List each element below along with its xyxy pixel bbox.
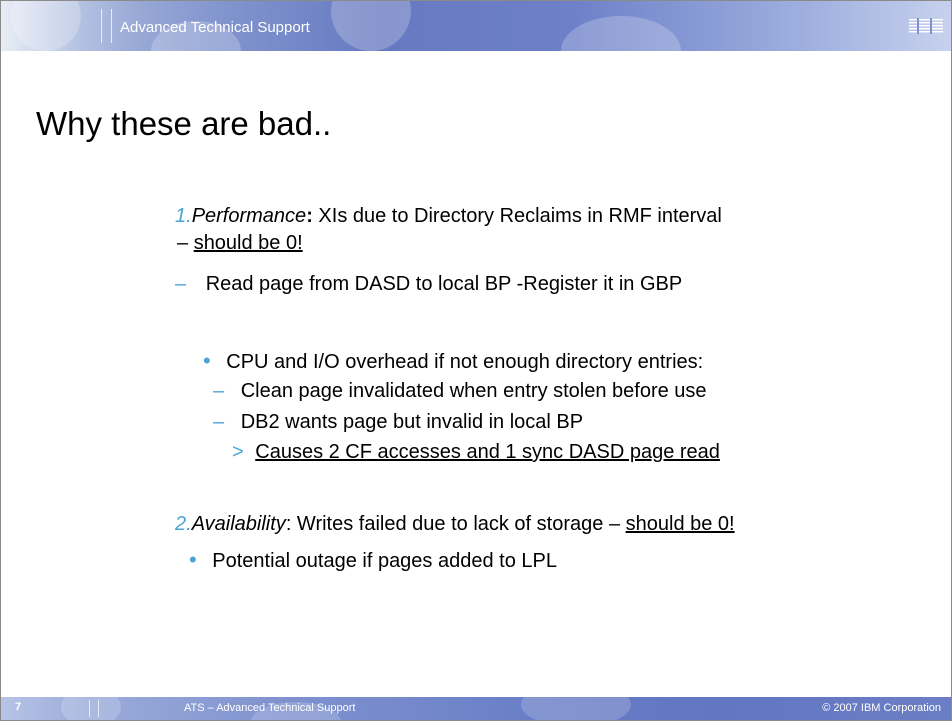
item2-text: : Writes failed due to lack of storage – — [285, 513, 626, 535]
page-number: 7 — [15, 701, 22, 713]
item2-label: Availability — [191, 513, 286, 535]
copyright: © 2007 IBM Corporation — [822, 702, 941, 714]
item1-sub-dash: – — [175, 273, 187, 295]
item1-dash-a-line: – Clean page invalidated when entry stol… — [213, 380, 707, 403]
item1-sub-line: – Read page from DASD to local BP -Regis… — [175, 273, 682, 296]
item2-line: 2.Availability: Writes failed due to lac… — [175, 513, 735, 536]
item2-bullet-line: • Potential outage if pages added to LPL — [189, 547, 557, 573]
footer-center-text: ATS – Advanced Technical Support — [184, 702, 356, 714]
gt-marker-icon: > — [232, 441, 244, 463]
slide: Advanced Technical Support Why these are… — [0, 0, 952, 721]
item1-dash-b: – — [213, 411, 225, 433]
item1-dash-b-line: – DB2 wants page but invalid in local BP — [213, 411, 583, 434]
item1-dash-b-text: DB2 wants page but invalid in local BP — [240, 411, 584, 433]
item1-line: 1.Performance: XIs due to Directory Recl… — [175, 205, 722, 228]
slide-title: Why these are bad.. — [36, 105, 332, 142]
item1-should-be-zero: should be 0! — [193, 232, 303, 254]
bullet-dot-icon: • — [189, 547, 197, 572]
item2-should-be-zero: should be 0! — [625, 513, 735, 535]
slide-header: Advanced Technical Support — [1, 1, 951, 51]
header-title: Advanced Technical Support — [120, 19, 310, 36]
slide-footer: 7 ATS – Advanced Technical Support © 200… — [1, 697, 951, 720]
item1-sub-text: Read page from DASD to local BP -Registe… — [205, 273, 683, 295]
item1-colon: : — [306, 205, 313, 227]
item1-dash-a: – — [213, 380, 225, 402]
item2-number: 2. — [175, 513, 192, 535]
item1-text: XIs due to Directory Reclaims in RMF int… — [312, 205, 722, 227]
bullet-dot-icon: • — [203, 348, 211, 373]
item2-bullet-text: Potential outage if pages added to LPL — [212, 550, 557, 572]
item1-continuation: – should be 0! — [177, 232, 303, 255]
item1-label: Performance — [191, 205, 307, 227]
item1-bullet-line: • CPU and I/O overhead if not enough dir… — [203, 348, 703, 374]
item1-cont-dash: – — [177, 232, 194, 254]
item1-dash-a-text: Clean page invalidated when entry stolen… — [240, 380, 707, 402]
item1-bullet-text: CPU and I/O overhead if not enough direc… — [226, 351, 704, 373]
item1-number: 1. — [175, 205, 192, 227]
item1-gt-line: > Causes 2 CF accesses and 1 sync DASD p… — [232, 441, 720, 464]
ibm-logo — [909, 18, 943, 34]
item1-gt-text: Causes 2 CF accesses and 1 sync DASD pag… — [255, 441, 720, 463]
